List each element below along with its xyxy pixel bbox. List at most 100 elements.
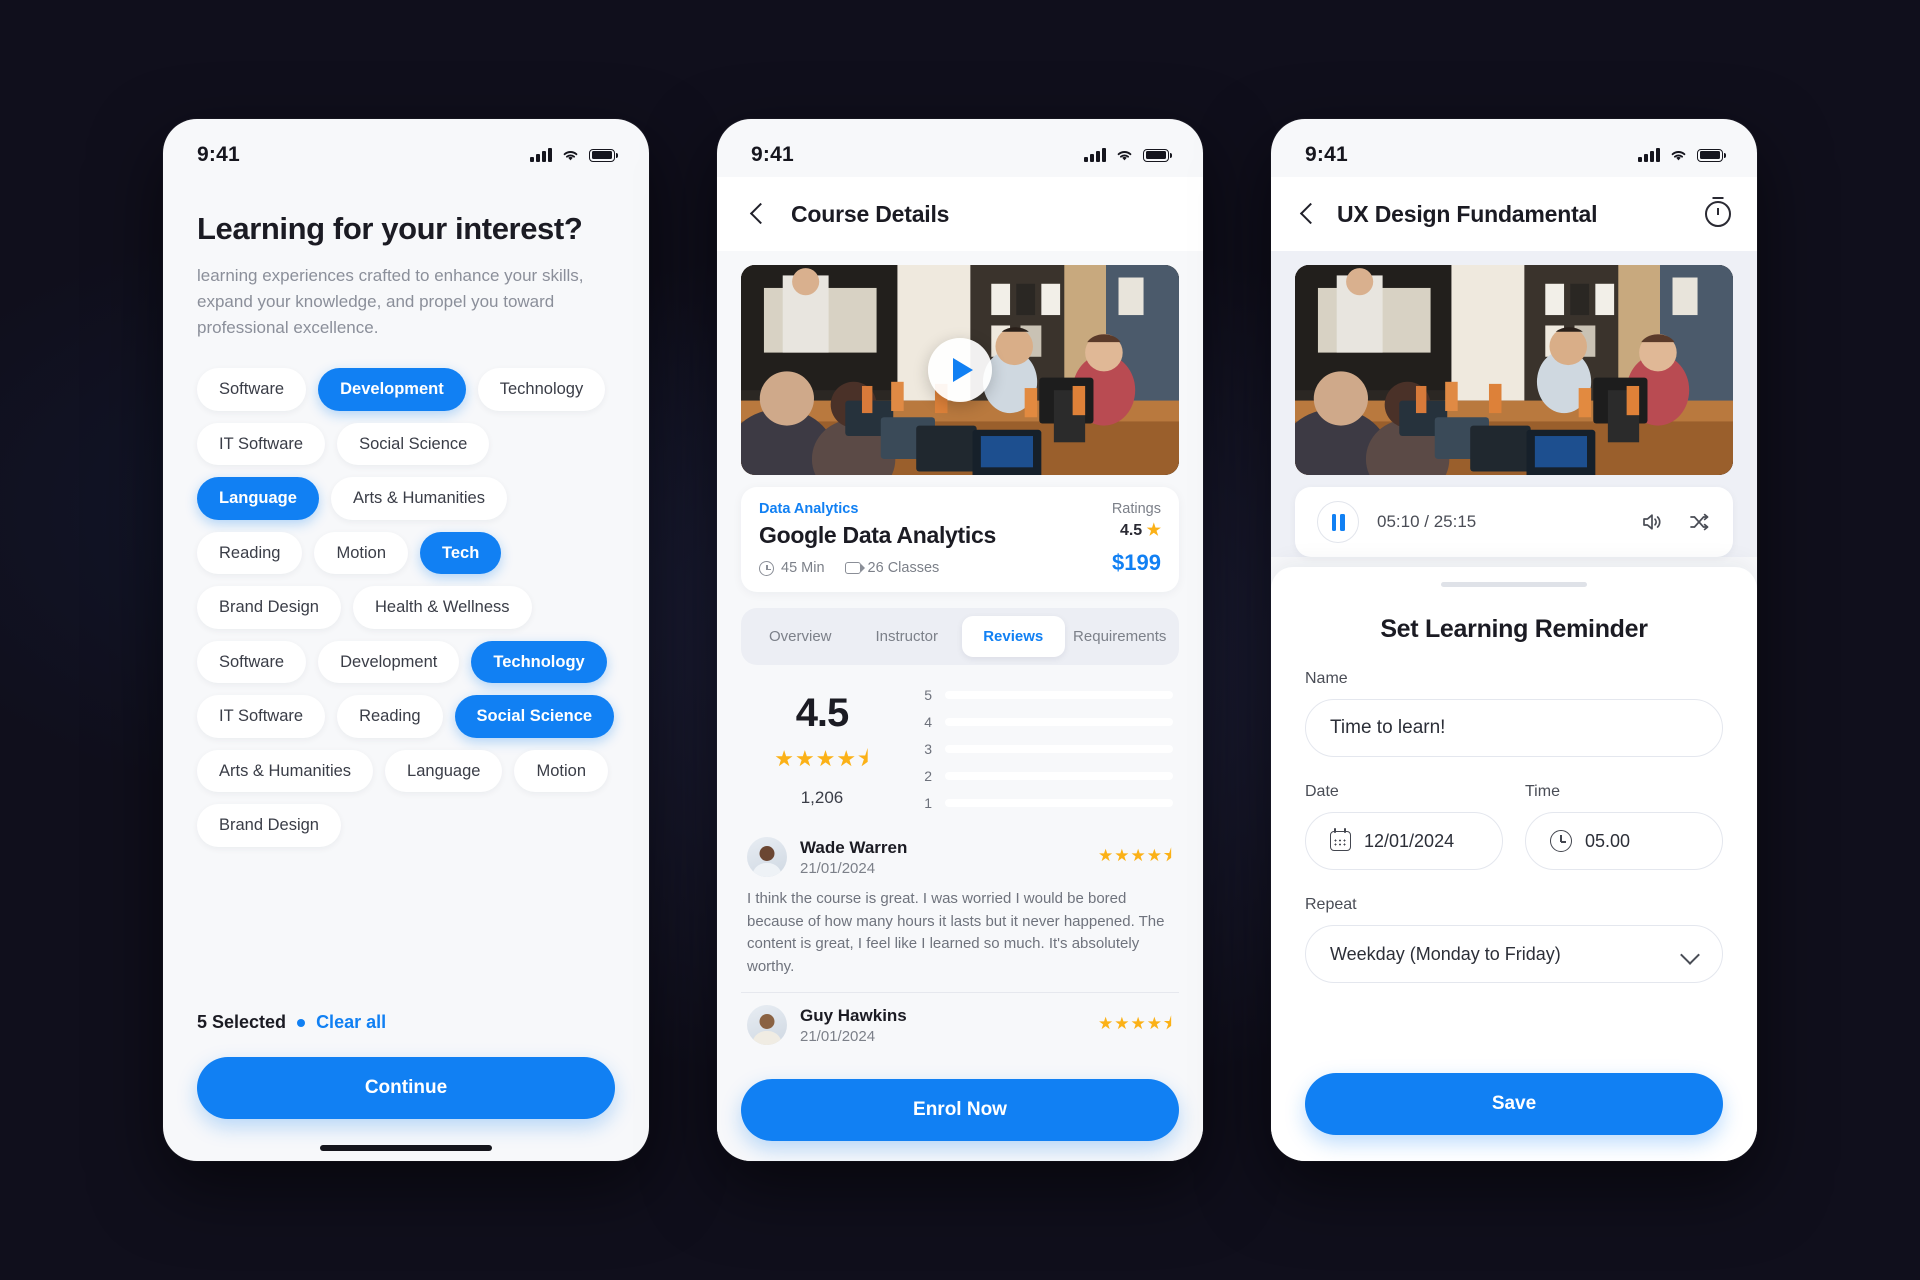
lesson-video-thumbnail[interactable] [1295,265,1733,475]
shuffle-icon[interactable] [1689,512,1711,532]
interest-chip[interactable]: Arts & Humanities [197,749,374,793]
review-header: Wade Warren 21/01/2024 ★★★★⯨ [747,837,1173,877]
save-button[interactable]: Save [1305,1073,1723,1135]
tab-requirements[interactable]: Requirements [1069,616,1172,657]
review-stars: ★★★★⯨ [1098,845,1173,865]
course-price: $199 [1112,550,1161,575]
repeat-select[interactable]: Weekday (Monday to Friday) [1305,925,1723,983]
time-field-group: Time 05.00 [1525,757,1723,870]
rating-bar-row: 5 [923,687,1173,703]
interest-chip[interactable]: Social Science [337,422,490,466]
interest-chip[interactable]: Brand Design [197,804,341,847]
rating-bar-row: 4 [923,714,1173,730]
page-subtitle: learning experiences crafted to enhance … [197,266,584,337]
nav-title: UX Design Fundamental [1337,200,1598,227]
player-controls-right [1641,512,1711,532]
course-duration-label: 45 Min [781,560,825,576]
calendar-icon [1330,828,1351,851]
wifi-icon [1669,148,1688,162]
set-reminder-sheet: Set Learning Reminder Name Time to learn… [1271,567,1757,1161]
ratings-label: Ratings [1111,501,1161,517]
review-stars: ★★★★⯨ [1098,1013,1173,1033]
interests-footer: 5 Selected Clear all Continue [197,1012,615,1161]
interest-chip[interactable]: Tech [420,531,502,575]
name-field-label: Name [1305,670,1348,687]
interest-chip[interactable]: Health & Wellness [352,586,532,629]
chevron-left-icon[interactable] [1297,204,1317,224]
date-input-value: 12/01/2024 [1364,830,1455,851]
interest-chip[interactable]: Motion [514,749,608,793]
phone-mockups-stage: 9:41 Learning for your interest? learnin… [0,0,1920,1280]
course-summary-card: Data Analytics Google Data Analytics 45 … [741,487,1179,592]
interest-chip[interactable]: Language [385,749,503,793]
interest-chip[interactable]: Motion [314,531,408,575]
interest-chip[interactable]: Reading [197,531,303,575]
interest-chip[interactable]: Arts & Humanities [330,477,507,520]
enrol-now-button[interactable]: Enrol Now [741,1079,1179,1141]
reviewer-name: Wade Warren [800,837,908,857]
interest-chip[interactable]: Reading [337,695,443,738]
interest-chip[interactable]: Social Science [454,695,615,738]
rating-stars: ★★★★⯨ [747,742,897,780]
course-classes-label: 26 Classes [867,560,940,576]
name-input-value: Time to learn! [1330,717,1446,738]
continue-button[interactable]: Continue [197,1057,615,1119]
nav-title: Course Details [791,200,950,227]
status-time: 9:41 [751,143,794,166]
interest-chip[interactable]: Technology [471,640,607,684]
interest-chip[interactable]: Brand Design [197,586,341,629]
tab-overview[interactable]: Overview [749,616,852,657]
video-player: 05:10 / 25:15 [1271,251,1757,557]
rating-full-stars: ★★★★ [774,745,858,771]
time-input[interactable]: 05.00 [1525,812,1723,870]
timer-icon[interactable] [1705,201,1731,227]
reminder-footer: Save [1305,1073,1723,1135]
interest-chip[interactable]: Development [318,368,466,411]
interest-chip[interactable]: Language [197,477,319,520]
reminder-navbar: UX Design Fundamental [1271,177,1757,251]
interest-chip[interactable]: Software [197,368,307,411]
tab-reviews[interactable]: Reviews [962,616,1065,657]
pause-icon[interactable] [1317,501,1359,543]
interest-chip[interactable]: Development [318,640,460,684]
course-summary-right: Ratings 4.5 ★ $199 [1112,501,1161,576]
rating-score-block: 4.5 ★★★★⯨ 1,206 [747,691,897,808]
name-input[interactable]: Time to learn! [1305,699,1723,757]
chevron-left-icon[interactable] [747,204,767,224]
review-date: 21/01/2024 [800,859,876,877]
tab-instructor[interactable]: Instructor [856,616,959,657]
course-classes: 26 Classes [844,560,940,576]
status-bar: 9:41 [163,119,649,177]
status-bar: 9:41 [717,119,1203,177]
battery-icon [589,148,618,162]
player-time: 05:10 / 25:15 [1377,512,1477,531]
sheet-grabber[interactable] [1441,582,1587,587]
wifi-icon [1115,148,1134,162]
sheet-title: Set Learning Reminder [1380,615,1648,643]
review-full-stars: ★★★★ [1098,845,1163,865]
date-input[interactable]: 12/01/2024 [1305,812,1503,870]
course-video-thumbnail[interactable] [741,265,1179,475]
phone-screen-reminder: 9:41 UX Design Fundamental 05:10 / 25:15… [1271,119,1757,1161]
player-controls: 05:10 / 25:15 [1295,487,1733,557]
interest-chip[interactable]: Software [197,640,307,684]
interest-chip[interactable]: IT Software [197,695,326,738]
course-meta: 45 Min 26 Classes [759,560,996,576]
volume-icon[interactable] [1641,512,1663,532]
rating-bar-label: 4 [924,714,932,730]
status-bar: 9:41 [1271,119,1757,177]
rating-bar-label: 2 [924,768,932,784]
reviewer-name: Guy Hawkins [800,1005,907,1025]
interest-chip[interactable]: Technology [477,368,606,411]
clear-all-button[interactable]: Clear all [316,1012,386,1033]
play-icon[interactable] [928,338,992,402]
review-date: 21/01/2024 [800,1027,876,1045]
star-icon: ★ [1146,522,1161,539]
time-field-label: Time [1525,783,1560,800]
rating-bar-track [945,718,1173,726]
course-summary-left: Data Analytics Google Data Analytics 45 … [759,501,996,576]
interests-body: Learning for your interest? learning exp… [163,211,649,847]
reviewer-meta: Guy Hawkins 21/01/2024 [800,1006,907,1045]
interest-chip[interactable]: IT Software [197,422,326,466]
cellular-signal-icon [530,148,552,162]
